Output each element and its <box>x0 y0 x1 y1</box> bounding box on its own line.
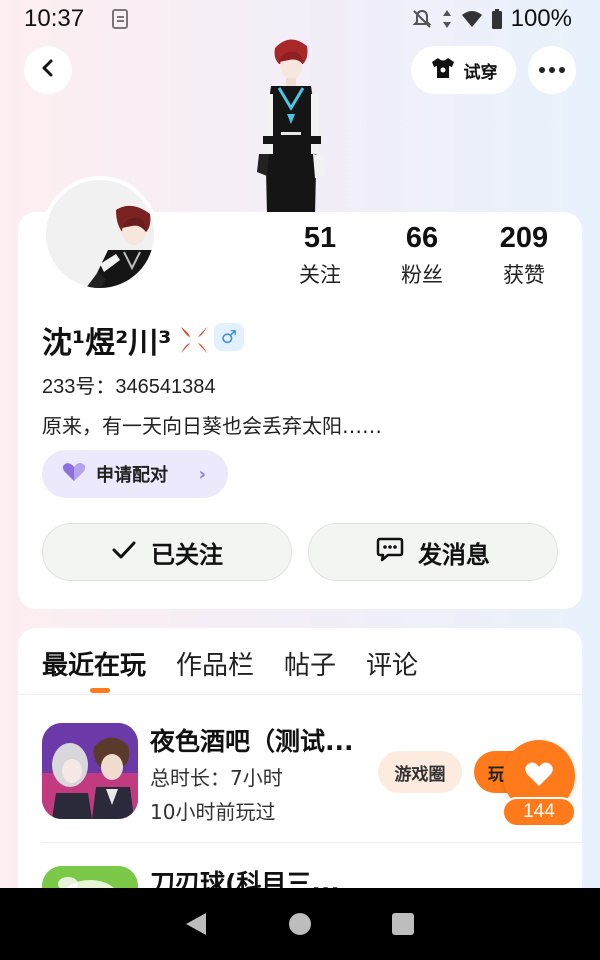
gender-male-badge: ♂ <box>214 323 244 351</box>
battery-icon <box>491 8 503 30</box>
following-button[interactable]: 已关注 <box>42 523 292 581</box>
active-tab-indicator <box>90 688 110 693</box>
stat-following[interactable]: 51 关注 <box>270 222 370 289</box>
nav-recents-icon[interactable] <box>392 913 414 935</box>
stat-value: 209 <box>499 222 549 254</box>
tab-works[interactable]: 作品栏 <box>176 645 254 685</box>
wifi-icon <box>461 9 483 29</box>
like-count: 144 <box>502 797 576 827</box>
nav-back-icon[interactable] <box>184 911 208 941</box>
check-icon <box>111 538 137 566</box>
data-arrows-icon <box>441 8 453 30</box>
stat-value: 51 <box>303 222 337 254</box>
stat-followers[interactable]: 66 粉丝 <box>372 222 472 289</box>
bio: 原来，有一天向日葵也会丢弃太阳…… <box>42 414 382 438</box>
chevron-right-icon: › <box>198 463 206 485</box>
tshirt-icon <box>430 57 456 84</box>
avatar-3d-figure <box>257 39 325 214</box>
request-pair-button[interactable]: 申请配对 › <box>42 450 228 498</box>
username-text: 沈¹煜²川³ <box>42 326 172 361</box>
stat-value: 66 <box>405 222 439 254</box>
profile-stats: 51 关注 66 粉丝 209 获赞 <box>270 222 580 292</box>
game-icon[interactable] <box>42 723 138 819</box>
stat-label: 关注 <box>299 263 341 287</box>
user-id: 233号：346541384 <box>42 376 216 398</box>
message-button[interactable]: 发消息 <box>308 523 558 581</box>
game-title[interactable]: 刀刃球(科目三... <box>150 864 340 888</box>
heart-icon <box>62 462 86 487</box>
avatar[interactable] <box>42 176 158 292</box>
game-circle-button[interactable]: 游戏圈 <box>378 751 462 793</box>
game-title[interactable]: 夜色酒吧（测试... <box>150 722 354 758</box>
nav-home-icon[interactable] <box>289 913 311 935</box>
try-on-button[interactable]: 试穿 <box>411 46 516 94</box>
profile-tabs: 最近在玩 作品栏 帖子 评论 <box>42 645 418 685</box>
more-button[interactable] <box>528 46 576 94</box>
try-on-label: 试穿 <box>463 62 498 83</box>
game-last-played: 10小时前玩过 <box>150 800 276 824</box>
do-not-disturb-icon <box>411 8 433 30</box>
anger-emoji-icon <box>177 323 211 357</box>
stat-likes[interactable]: 209 获赞 <box>474 222 574 289</box>
status-time: 10:37 <box>24 5 85 32</box>
follow-label: 已关注 <box>151 540 223 569</box>
battery-percent: 100% <box>510 5 572 32</box>
stat-label: 获赞 <box>503 263 545 287</box>
chat-bubble-icon <box>376 536 404 568</box>
game-duration: 总时长：7小时 <box>150 766 283 790</box>
status-bar: 10:37 100% <box>0 0 600 40</box>
pair-label: 申请配对 <box>96 465 168 486</box>
username: 沈¹煜²川³ <box>42 318 211 362</box>
more-dots-icon <box>539 67 545 73</box>
back-button[interactable] <box>24 46 72 94</box>
status-right: 100% <box>411 5 572 33</box>
stat-label: 粉丝 <box>401 263 443 287</box>
tab-comments[interactable]: 评论 <box>366 645 418 685</box>
divider <box>18 694 582 695</box>
heart-icon <box>524 761 554 791</box>
tab-recently-played[interactable]: 最近在玩 <box>42 645 146 685</box>
chevron-left-icon <box>38 58 58 82</box>
divider <box>42 842 582 843</box>
tab-posts[interactable]: 帖子 <box>284 645 336 685</box>
message-label: 发消息 <box>418 540 490 569</box>
notification-icon <box>112 9 128 29</box>
